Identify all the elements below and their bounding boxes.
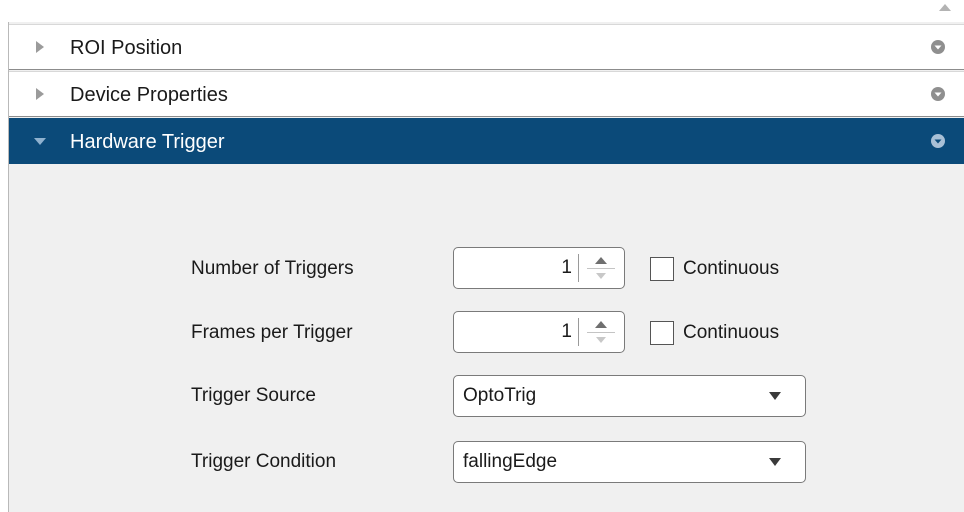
number-of-triggers-input[interactable] xyxy=(482,257,572,279)
spin-down-arrow-icon[interactable] xyxy=(587,333,615,348)
section-hardware-trigger[interactable]: Hardware Trigger xyxy=(9,118,964,164)
number-of-triggers-spinner[interactable] xyxy=(453,247,625,289)
continuous-label: Continuous xyxy=(683,258,780,279)
spinner-divider xyxy=(578,254,579,282)
frames-per-trigger-continuous-checkbox[interactable] xyxy=(650,321,674,345)
trigger-source-value: OptoTrig xyxy=(463,385,537,406)
frames-per-trigger-spinner[interactable] xyxy=(453,311,625,353)
caret-down-icon xyxy=(769,458,781,466)
triangle-right-icon xyxy=(36,88,44,100)
caret-down-icon xyxy=(769,392,781,400)
section-label: Hardware Trigger xyxy=(70,131,225,153)
section-label: ROI Position xyxy=(70,37,183,59)
triangle-right-icon xyxy=(36,41,44,53)
circle-chevron-down-icon[interactable] xyxy=(930,39,946,55)
spinner-divider xyxy=(578,318,579,346)
section-label: Device Properties xyxy=(70,84,228,106)
triangle-down-icon xyxy=(34,138,46,145)
spinner-buttons xyxy=(587,253,615,284)
top-strip xyxy=(0,0,964,8)
number-of-triggers-label: Number of Triggers xyxy=(191,258,354,279)
trigger-condition-value: fallingEdge xyxy=(463,451,558,472)
circle-chevron-down-icon[interactable] xyxy=(930,133,946,149)
section-device-properties[interactable]: Device Properties xyxy=(9,71,964,117)
trigger-source-dropdown[interactable]: OptoTrig xyxy=(453,375,806,417)
spin-down-arrow-icon[interactable] xyxy=(587,269,615,284)
circle-chevron-down-icon[interactable] xyxy=(930,86,946,102)
number-of-triggers-continuous-checkbox[interactable] xyxy=(650,257,674,281)
spinner-buttons xyxy=(587,317,615,348)
section-roi-position[interactable]: ROI Position xyxy=(9,24,964,70)
trigger-condition-dropdown[interactable]: fallingEdge xyxy=(453,441,806,483)
scroll-up-arrow-icon[interactable] xyxy=(937,0,953,14)
frames-per-trigger-input[interactable] xyxy=(482,321,572,343)
spin-up-arrow-icon[interactable] xyxy=(587,317,615,332)
trigger-condition-label: Trigger Condition xyxy=(191,451,337,472)
spin-up-arrow-icon[interactable] xyxy=(587,253,615,268)
frames-per-trigger-label: Frames per Trigger xyxy=(191,322,353,343)
continuous-label: Continuous xyxy=(683,322,780,343)
trigger-source-label: Trigger Source xyxy=(191,385,316,406)
